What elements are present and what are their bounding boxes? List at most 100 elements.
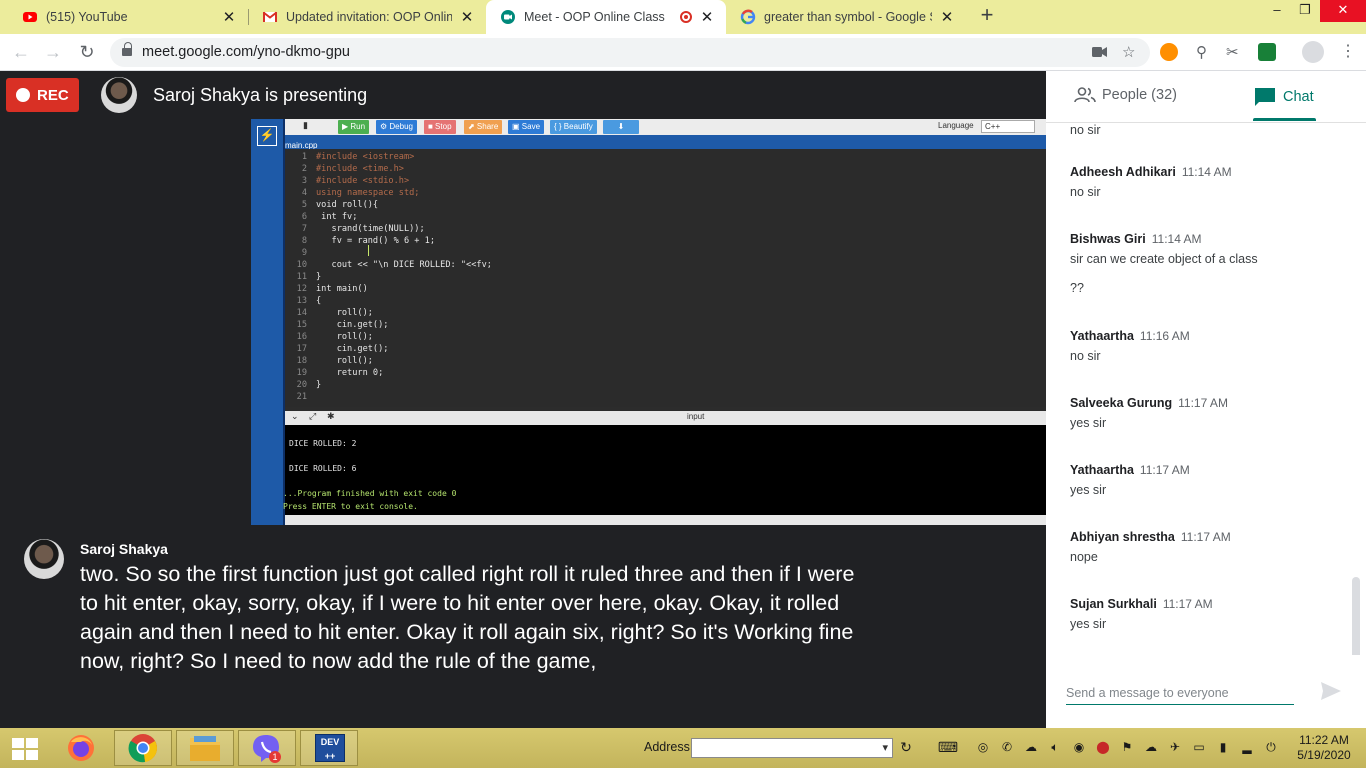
close-tab-icon[interactable]: ✕ [458,8,476,26]
refresh-icon[interactable]: ↻ [899,740,913,754]
line-number: 13 [296,296,307,306]
ide-left-bar: ⚡ [251,119,283,525]
devcpp-icon: DEV ++ [315,734,345,762]
tab-gmail[interactable]: Updated invitation: OOP Online C ✕ [248,0,486,34]
ide-share-button: ⬈ Share [464,120,503,134]
extension-icon[interactable] [1160,43,1178,61]
close-tab-icon[interactable]: ✕ [938,8,956,26]
power-icon[interactable]: ⏻ [1264,740,1278,754]
message-text: no sir [1070,185,1101,199]
clock-date: 5/19/2020 [1297,748,1351,762]
windows-taskbar: 1 DEV ++ Address ▾ ↻ ⌨ ◎ ✆ ☁ 🔈︎ ◉ ⬤ ⚑ ☁ ✈… [0,728,1366,768]
tray-app-icon[interactable]: ◉ [1072,740,1086,754]
tab-chat[interactable]: Chat [1254,87,1314,107]
system-clock[interactable]: 11:22 AM 5/19/2020 [1296,733,1352,763]
close-window-button[interactable]: ✕ [1320,0,1366,22]
signal-strength-icon[interactable]: ▂ [1240,740,1254,754]
display-icon[interactable]: ▭ [1192,740,1206,754]
keyboard-icon[interactable]: ⌨ [934,740,962,754]
cloud-icon[interactable]: ☁ [1144,740,1158,754]
ide-download-button: ⬇ [603,120,639,134]
maximize-button[interactable]: ❐ [1290,0,1320,22]
extension-icon[interactable] [1258,43,1276,61]
chat-scrollbar[interactable] [1352,577,1360,655]
code-text: int main() [316,284,368,294]
sender-name: Sujan Surkhali [1070,597,1157,611]
code-text: srand(time(NULL)); [316,224,425,234]
panel-tabs: People (32) Chat [1046,71,1366,123]
line-number: 20 [296,380,307,390]
forward-arrow-icon[interactable]: → [42,41,64,63]
code-text: } [316,380,322,390]
menu-kebab-icon[interactable]: ⋮ [1340,41,1356,61]
chat-messages[interactable]: no sir Adheesh Adhikari 11:14 AM no sir B… [1046,123,1366,655]
extension-icon[interactable]: ✂ [1226,43,1239,61]
line-number: 17 [296,344,307,354]
line-number: 15 [296,320,307,330]
windows-start-icon[interactable] [12,738,38,760]
close-tab-icon[interactable]: ✕ [698,8,716,26]
minimize-button[interactable]: – [1262,0,1292,22]
ide-stop-button: ■ Stop [424,120,456,134]
profile-avatar-icon[interactable] [1302,41,1324,63]
network-globe-icon[interactable]: ◎ [976,740,990,754]
clock-time: 11:22 AM [1299,733,1349,747]
tray-app-icon[interactable]: ⬤ [1096,740,1110,754]
chat-tab-label: Chat [1283,89,1314,105]
code-text: cin.get(); [316,320,389,330]
line-number: 3 [301,176,307,186]
sender-name: Abhiyan shrestha [1070,530,1175,544]
tab-people[interactable]: People (32) [1074,87,1177,103]
bookmark-star-icon[interactable]: ☆ [1122,43,1135,61]
battery-icon[interactable]: ▮ [1216,740,1230,754]
address-bar[interactable]: meet.google.com/yno-dkmo-gpu ☆ [110,38,1150,67]
lightning-icon: ⚡ [257,126,277,146]
chat-icon [1255,88,1275,106]
console-line: Press ENTER to exit console. [283,502,418,511]
code-text: cout << "\n DICE ROLLED: "<<fv; [316,260,492,270]
action-center-flag-icon[interactable]: ⚑ [1120,740,1134,754]
tab-youtube[interactable]: (515) YouTube ✕ [8,0,248,34]
chat-message-input[interactable]: Send a message to everyone [1066,683,1294,705]
devcpp-label: DEV [320,737,340,747]
tab-title: greater than symbol - Google Se [764,10,932,24]
line-number: 19 [296,368,307,378]
new-tab-button[interactable]: + [975,4,999,28]
camera-icon[interactable] [1092,46,1108,58]
url-text: meet.google.com/yno-dkmo-gpu [142,44,350,60]
tab-meet[interactable]: Meet - OOP Online Class ✕ [486,0,726,34]
shared-screen: ⚡ ▮ ▶ Run ⚙ Debug ■ Stop ⬈ Share ▣ Save … [251,119,1046,525]
reload-icon[interactable]: ↻ [76,41,98,63]
tray-app-icon[interactable]: ✆ [1000,740,1014,754]
line-number: 5 [301,200,307,210]
devcpp-taskbar-button[interactable]: DEV ++ [300,730,358,766]
chrome-taskbar-button[interactable] [114,730,172,766]
back-arrow-icon[interactable]: ← [10,41,32,63]
chevron-down-icon[interactable]: ▾ [882,741,888,754]
chat-message: Yathaartha 11:16 AM no sir [1070,329,1340,363]
extension-icon[interactable]: ⚲ [1196,43,1207,61]
code-text: roll(); [316,356,373,366]
tab-google-search[interactable]: greater than symbol - Google Se ✕ [726,0,966,34]
file-explorer-taskbar-button[interactable] [176,730,234,766]
tab-title: Updated invitation: OOP Online C [286,10,452,24]
line-number: 11 [296,272,307,282]
ide-run-button: ▶ Run [338,120,370,134]
tray-app-icon[interactable]: ☁ [1024,740,1038,754]
firefox-taskbar-button[interactable] [52,730,110,766]
tray-app-icon[interactable]: ✈ [1168,740,1182,754]
message-time: 11:14 AM [1151,232,1202,246]
code-text: } [316,272,322,282]
message-sender: Yathaartha 11:16 AM [1070,329,1340,343]
code-text: #include <iostream> [316,152,415,162]
speaker-avatar [24,539,64,579]
line-number: 2 [301,164,307,174]
message-sender: Salveeka Gurung 11:17 AM [1070,396,1340,410]
address-toolbar-input[interactable]: ▾ [691,738,893,758]
google-icon [740,9,756,25]
volume-icon[interactable]: 🔈︎ [1048,740,1062,754]
message-time: 11:17 AM [1162,597,1213,611]
send-icon[interactable] [1320,681,1342,701]
close-tab-icon[interactable]: ✕ [220,8,238,26]
viber-taskbar-button[interactable]: 1 [238,730,296,766]
